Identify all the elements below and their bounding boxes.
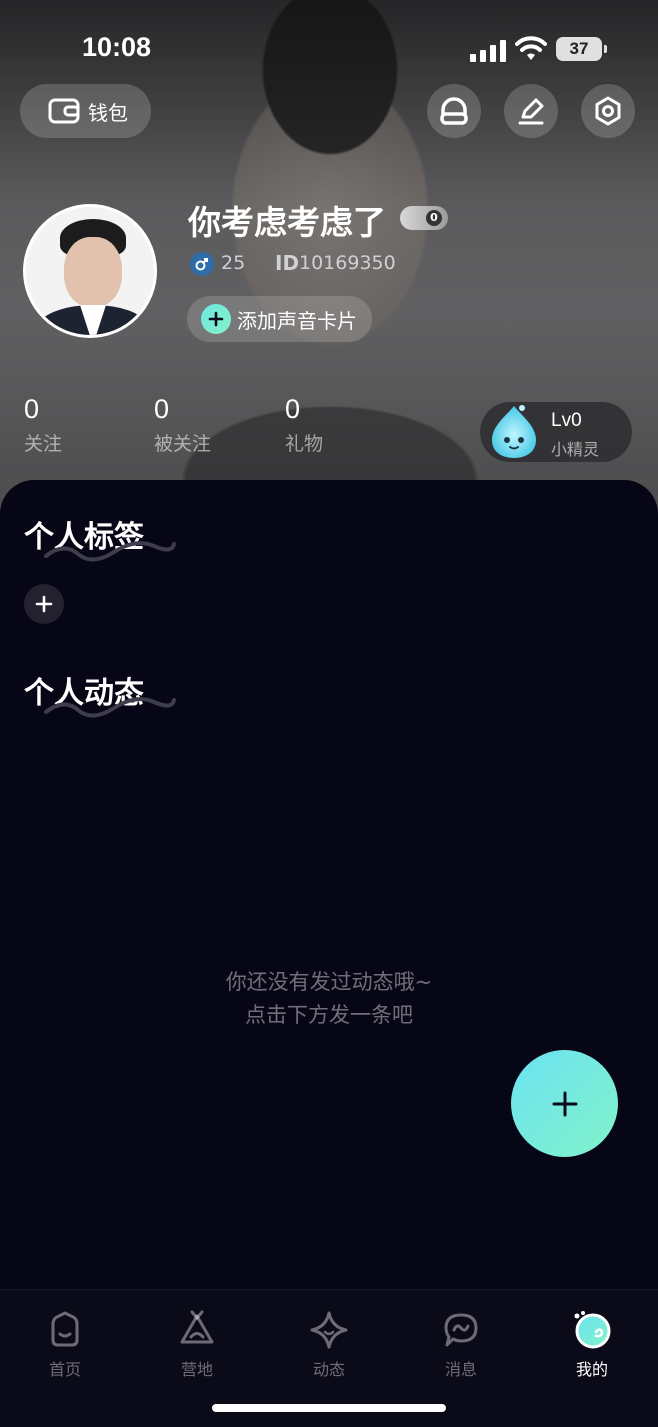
- signal-icon: [470, 38, 506, 62]
- camp-icon: [180, 1310, 214, 1344]
- stat-following-value: 0: [24, 394, 40, 424]
- post-moment-button[interactable]: [511, 1050, 618, 1157]
- stat-followers[interactable]: 0 被关注: [154, 394, 254, 456]
- id-label: ID: [275, 251, 300, 275]
- battery-icon: 37: [556, 37, 607, 61]
- tab-camp[interactable]: 营地: [157, 1310, 237, 1380]
- male-gender-icon: [190, 252, 214, 276]
- wealth-level-badge: 0: [400, 206, 448, 230]
- home-icon: [51, 1311, 79, 1347]
- tab-moments-label: 动态: [312, 1360, 345, 1379]
- stat-gifts[interactable]: 0 礼物: [285, 394, 385, 456]
- settings-hexagon-icon: [595, 96, 621, 126]
- plus-icon: [201, 304, 231, 334]
- sprite-name: 小精灵: [551, 440, 600, 459]
- tab-moments[interactable]: 动态: [289, 1310, 369, 1380]
- user-id: 10169350: [299, 252, 396, 274]
- tab-me-label: 我的: [575, 1360, 608, 1379]
- status-bar: 10:08 37: [0, 0, 658, 90]
- status-time: 10:08: [82, 32, 152, 62]
- sprite-level-card[interactable]: Lv0 小精灵: [480, 402, 632, 462]
- plus-icon: [35, 595, 53, 613]
- empty-state-line2: 点击下方发一条吧: [245, 1003, 413, 1027]
- wealth-level-number: 0: [426, 210, 442, 226]
- stat-gifts-value: 0: [285, 394, 301, 424]
- stat-following[interactable]: 0 关注: [24, 394, 124, 456]
- home-indicator: [212, 1404, 446, 1412]
- sprite-level: Lv0: [551, 410, 582, 431]
- wallet-label: 钱包: [88, 100, 128, 125]
- message-icon: [444, 1313, 478, 1347]
- wallet-icon: [48, 98, 80, 124]
- wifi-icon: [515, 36, 547, 60]
- tab-home-label: 首页: [48, 1360, 81, 1379]
- avatar[interactable]: [23, 204, 157, 338]
- title-underline-decoration: [44, 541, 176, 562]
- profile-content-panel: [0, 480, 658, 1290]
- sprite-icon: [492, 405, 536, 458]
- voice-card-label: 添加声音卡片: [237, 308, 357, 333]
- tab-me[interactable]: 我的: [552, 1310, 632, 1380]
- empty-state-line1: 你还没有发过动态哦~: [225, 970, 433, 994]
- me-icon: [574, 1311, 611, 1349]
- add-tag-button[interactable]: [24, 584, 64, 624]
- tab-messages-label: 消息: [444, 1360, 477, 1379]
- tab-home[interactable]: 首页: [25, 1310, 105, 1380]
- edit-profile-button[interactable]: [504, 84, 558, 138]
- nickname: 你考虑考虑了: [188, 203, 386, 242]
- stat-followers-value: 0: [154, 394, 170, 424]
- title-underline-decoration: [44, 697, 176, 718]
- tab-camp-label: 营地: [180, 1360, 213, 1379]
- headset-icon: [440, 97, 468, 125]
- plus-icon: [552, 1091, 577, 1116]
- wallet-button[interactable]: 钱包: [20, 84, 151, 138]
- settings-button[interactable]: [581, 84, 635, 138]
- tags-section-title: 个人标签: [24, 512, 176, 562]
- customer-service-button[interactable]: [427, 84, 481, 138]
- stat-following-label: 关注: [24, 433, 63, 455]
- age: 25: [221, 252, 246, 274]
- stat-followers-label: 被关注: [154, 433, 212, 455]
- stat-gifts-label: 礼物: [285, 433, 324, 455]
- tab-messages[interactable]: 消息: [421, 1310, 501, 1380]
- moments-section-title: 个人动态: [24, 668, 176, 718]
- add-voice-card-button[interactable]: 添加声音卡片: [187, 296, 372, 342]
- pencil-icon: [518, 98, 544, 125]
- moments-icon: [310, 1311, 348, 1349]
